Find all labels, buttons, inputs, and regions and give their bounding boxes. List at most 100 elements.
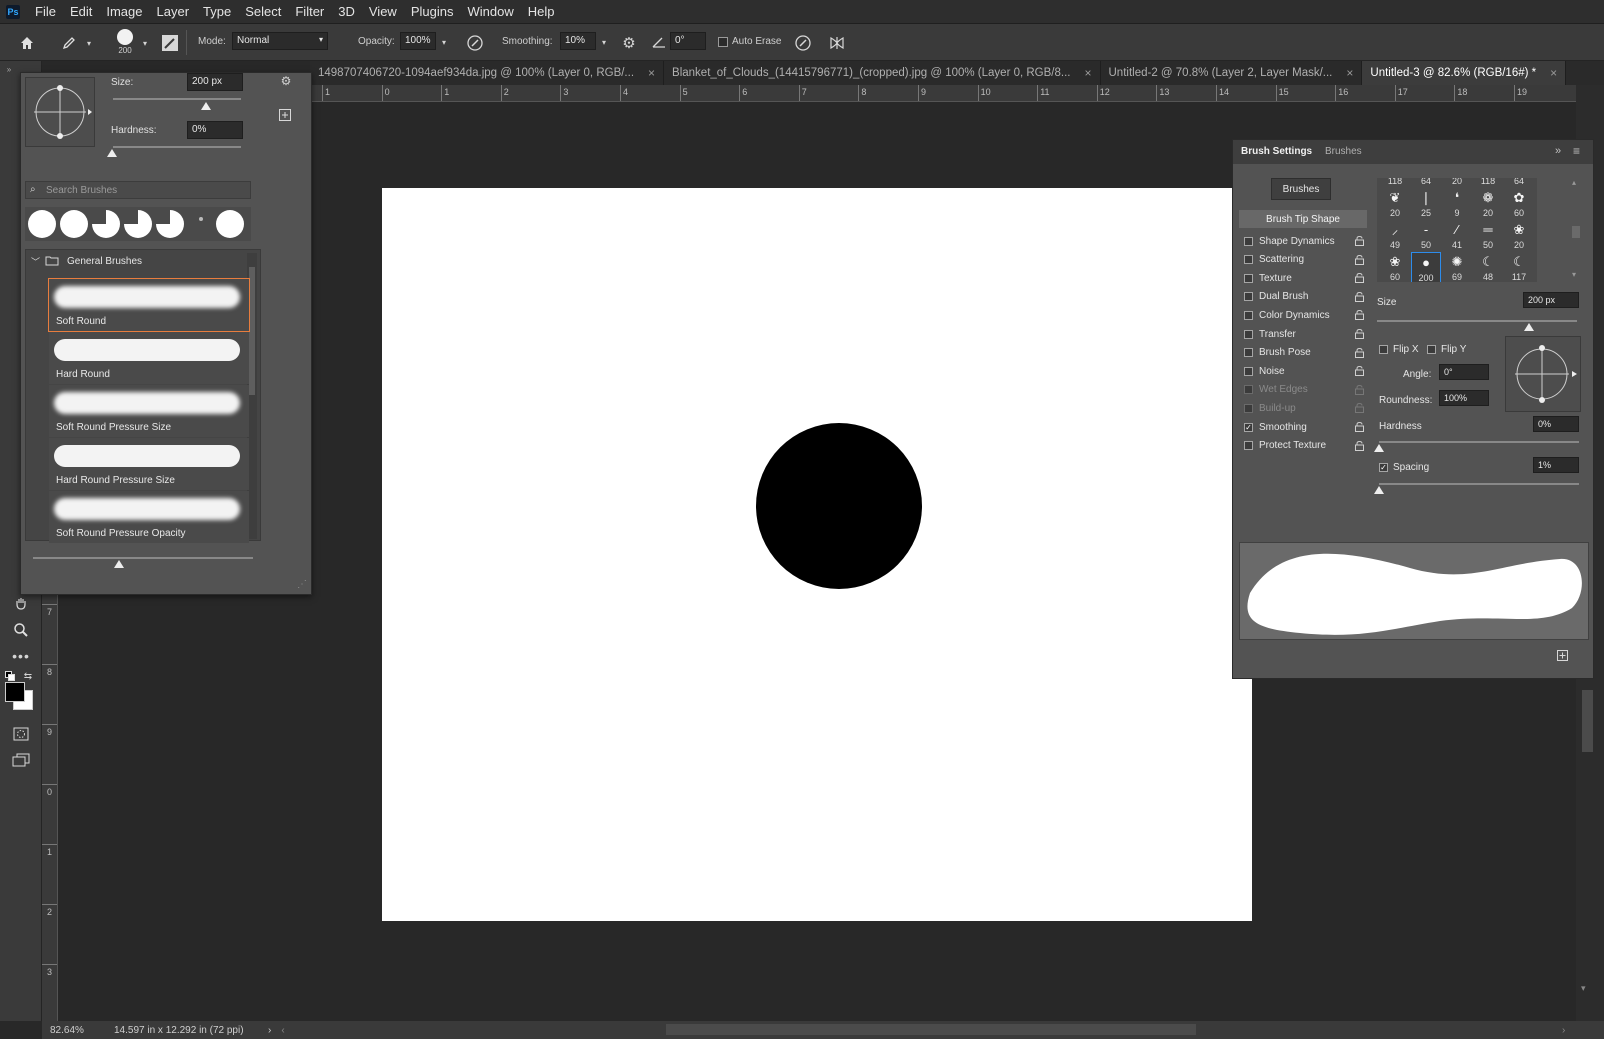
brush-tip-cell[interactable]: ●20 bbox=[1442, 178, 1472, 188]
brush-tip-cell[interactable]: ‐ 50 bbox=[1411, 220, 1441, 252]
menu-filter[interactable]: Filter bbox=[288, 4, 331, 19]
spacing-slider-thumb[interactable] bbox=[1374, 486, 1384, 494]
swap-colors-icon[interactable]: ⇆ bbox=[21, 669, 35, 683]
recent-brush-round-icon[interactable] bbox=[216, 210, 244, 238]
menu-window[interactable]: Window bbox=[460, 4, 520, 19]
brush-option-protect-texture[interactable]: Protect Texture bbox=[1240, 437, 1366, 455]
new-preset-icon[interactable] bbox=[277, 107, 293, 123]
tab-brush-settings[interactable]: Brush Settings bbox=[1241, 146, 1312, 157]
menu-type[interactable]: Type bbox=[196, 4, 238, 19]
brush-option-scattering[interactable]: Scattering bbox=[1240, 251, 1366, 269]
screen-mode-icon[interactable] bbox=[8, 749, 34, 771]
brush-panel-toggle-icon[interactable] bbox=[160, 33, 180, 53]
size-slider-thumb[interactable] bbox=[201, 102, 211, 110]
close-icon[interactable]: × bbox=[648, 66, 655, 80]
tab-document-1[interactable]: 1498707406720-1094aef934da.jpg @ 100% (L… bbox=[310, 61, 665, 85]
brush-angle-preview[interactable] bbox=[25, 77, 95, 147]
hardness-slider[interactable] bbox=[113, 146, 241, 148]
quick-mask-icon[interactable] bbox=[8, 723, 34, 745]
chevron-down-icon[interactable]: ▾ bbox=[84, 36, 94, 50]
brush-option-brush-pose[interactable]: Brush Pose bbox=[1240, 344, 1366, 362]
option-checkbox[interactable]: ✓ bbox=[1244, 422, 1253, 432]
size-slider-thumb[interactable] bbox=[1524, 323, 1534, 331]
option-checkbox[interactable] bbox=[1244, 310, 1253, 320]
smoothing-dropdown-chevron-icon[interactable]: ▾ bbox=[597, 35, 611, 49]
brush-tip-cell[interactable]: ❁ 20 bbox=[1473, 188, 1503, 220]
hardness-slider-thumb[interactable] bbox=[107, 149, 117, 157]
brush-tip-shape-item[interactable]: Brush Tip Shape bbox=[1239, 210, 1367, 228]
brush-tip-cell[interactable]: ❘ 25 bbox=[1411, 188, 1441, 220]
scroll-down-arrow-icon[interactable]: ▾ bbox=[1581, 983, 1586, 994]
size-slider[interactable] bbox=[1377, 320, 1577, 322]
lock-icon[interactable] bbox=[1355, 273, 1364, 284]
close-icon[interactable]: × bbox=[1550, 66, 1557, 80]
zoom-tool-icon[interactable] bbox=[8, 619, 34, 641]
menu-plugins[interactable]: Plugins bbox=[404, 4, 461, 19]
lock-icon[interactable] bbox=[1355, 254, 1364, 265]
spacing-checkbox[interactable]: ✓ bbox=[1379, 463, 1388, 472]
recent-brush-round-icon[interactable] bbox=[60, 210, 88, 238]
flip-x-checkbox[interactable] bbox=[1379, 345, 1388, 354]
brush-preset-picker[interactable]: 200 bbox=[110, 27, 140, 58]
option-checkbox[interactable] bbox=[1244, 273, 1253, 283]
option-checkbox[interactable] bbox=[1244, 329, 1253, 339]
auto-erase-checkbox[interactable] bbox=[718, 37, 728, 47]
brush-tip-cell[interactable]: ●64 bbox=[1504, 178, 1534, 188]
scroll-thumb[interactable] bbox=[249, 267, 255, 395]
option-checkbox[interactable] bbox=[1244, 441, 1253, 451]
home-icon[interactable] bbox=[16, 32, 38, 54]
brush-tip-cell[interactable]: ❀ 60 bbox=[1380, 252, 1410, 282]
tab-document-3[interactable]: Untitled-2 @ 70.8% (Layer 2, Layer Mask/… bbox=[1101, 61, 1363, 85]
brush-tip-cell[interactable]: ☾ 117 bbox=[1504, 252, 1534, 282]
lock-icon[interactable] bbox=[1355, 347, 1364, 358]
menu-edit[interactable]: Edit bbox=[63, 4, 99, 19]
menu-image[interactable]: Image bbox=[99, 4, 149, 19]
brush-preset-item[interactable]: Hard Round bbox=[49, 332, 249, 384]
recent-brush-pressure-icon[interactable] bbox=[124, 210, 152, 238]
tab-document-2[interactable]: Blanket_of_Clouds_(14415796771)_(cropped… bbox=[664, 61, 1101, 85]
spacing-slider[interactable] bbox=[1379, 483, 1579, 485]
option-checkbox[interactable] bbox=[1244, 292, 1253, 302]
hardness-slider-thumb[interactable] bbox=[1374, 444, 1384, 452]
zoom-level[interactable]: 82.64% bbox=[50, 1025, 106, 1036]
close-icon[interactable]: × bbox=[1346, 66, 1353, 80]
menu-file[interactable]: File bbox=[28, 4, 63, 19]
collapse-panel-icon[interactable]: » bbox=[2, 63, 16, 75]
menu-help[interactable]: Help bbox=[521, 4, 562, 19]
brush-option-transfer[interactable]: Transfer bbox=[1240, 325, 1366, 343]
brush-option-noise[interactable]: Noise bbox=[1240, 362, 1366, 380]
brushes-button[interactable]: Brushes bbox=[1271, 178, 1331, 200]
brush-option-smoothing[interactable]: ✓ Smoothing bbox=[1240, 418, 1366, 436]
lock-icon[interactable] bbox=[1355, 310, 1364, 321]
opacity-input[interactable]: 100% bbox=[400, 32, 436, 50]
hardness-input[interactable]: 0% bbox=[1533, 416, 1579, 432]
symmetry-butterfly-icon[interactable] bbox=[826, 32, 848, 54]
hardness-slider[interactable] bbox=[1379, 441, 1579, 443]
gear-icon[interactable]: ⚙ bbox=[277, 73, 295, 89]
recent-brush-tiny-icon[interactable] bbox=[199, 217, 203, 221]
angle-input[interactable]: 0° bbox=[670, 32, 706, 50]
option-checkbox[interactable] bbox=[1244, 366, 1253, 376]
angle-input[interactable]: 0° bbox=[1439, 364, 1489, 380]
brush-tip-cell[interactable]: ✺ 69 bbox=[1442, 252, 1472, 282]
option-checkbox[interactable] bbox=[1244, 255, 1253, 265]
size-slider[interactable] bbox=[113, 98, 241, 100]
pressure-opacity-icon[interactable] bbox=[464, 32, 486, 54]
hardness-input[interactable]: 0% bbox=[187, 121, 243, 139]
smoothing-input[interactable]: 10% bbox=[560, 32, 596, 50]
menu-3d[interactable]: 3D bbox=[331, 4, 362, 19]
brush-tip-cell[interactable]: ⁄ 41 bbox=[1442, 220, 1472, 252]
roundness-input[interactable]: 100% bbox=[1439, 390, 1489, 406]
size-input[interactable]: 200 px bbox=[1523, 292, 1579, 308]
brush-tip-cell[interactable]: ❀ 20 bbox=[1504, 220, 1534, 252]
search-brushes-field[interactable]: ⌕ Search Brushes bbox=[25, 181, 251, 199]
brush-tip-cell[interactable]: ●64 bbox=[1411, 178, 1441, 188]
chevron-down-icon[interactable]: ﹀ bbox=[31, 255, 41, 268]
brush-tip-cell[interactable]: ● 200 bbox=[1411, 252, 1441, 282]
brush-option-shape-dynamics[interactable]: Shape Dynamics bbox=[1240, 232, 1366, 250]
foreground-color-swatch[interactable] bbox=[5, 682, 25, 702]
mode-select[interactable]: Normal ▾ bbox=[232, 32, 328, 50]
brush-option-texture[interactable]: Texture bbox=[1240, 269, 1366, 287]
menu-select[interactable]: Select bbox=[238, 4, 288, 19]
brush-preset-item[interactable]: Hard Round Pressure Size bbox=[49, 438, 249, 490]
